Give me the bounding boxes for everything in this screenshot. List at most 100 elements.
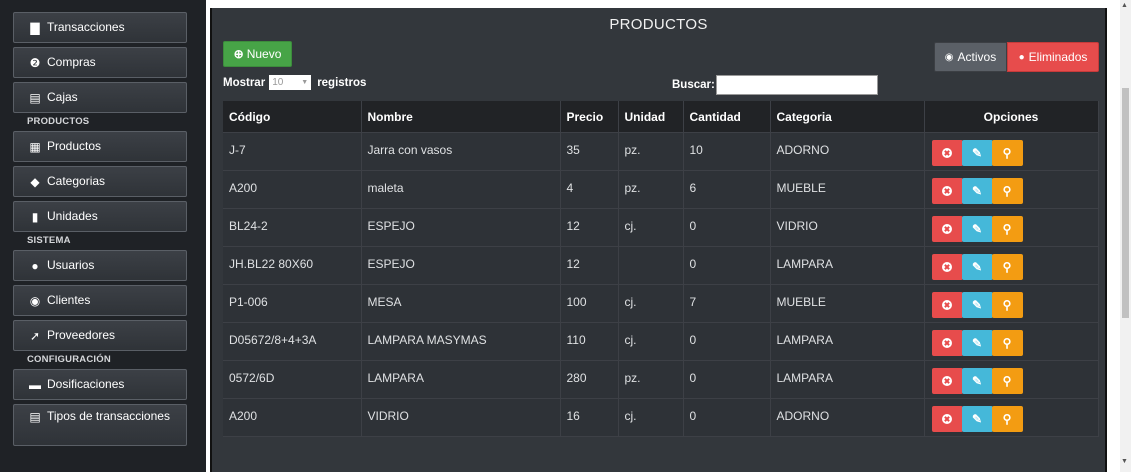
column-header[interactable]: Código	[223, 101, 362, 133]
products-icon: ▦	[29, 139, 41, 154]
edit-icon: ✎	[971, 412, 983, 426]
table-cell: ESPEJO	[361, 208, 561, 247]
sidebar-item-bookmark[interactable]: ▮ Unidades	[13, 201, 187, 232]
new-product-button[interactable]: ⊕ Nuevo	[223, 41, 292, 67]
edit-button[interactable]: ✎	[961, 178, 993, 204]
table-cell: 280	[560, 360, 619, 399]
deleted-filter-label: Eliminados	[1028, 50, 1088, 64]
edit-button[interactable]: ✎	[961, 368, 993, 394]
close-circle-icon	[942, 224, 952, 234]
sidebar-item-user[interactable]: ● Usuarios	[13, 250, 187, 281]
sidebar-item-list[interactable]: ▤ Tipos de transacciones	[13, 404, 187, 446]
edit-button[interactable]: ✎	[961, 254, 993, 280]
view-button[interactable]: ⚲	[991, 368, 1023, 394]
delete-button[interactable]	[931, 406, 963, 432]
edit-icon: ✎	[971, 336, 983, 350]
scroll-up-arrow-icon[interactable]: ▲	[1121, 2, 1128, 9]
edit-button[interactable]: ✎	[961, 330, 993, 356]
column-header[interactable]: Categoria	[770, 101, 925, 133]
table-cell: cj.	[618, 284, 684, 323]
sidebar-item-label: Tipos de transacciones	[47, 409, 170, 423]
sidebar-item-products[interactable]: ▦ Productos	[13, 131, 187, 162]
delete-button[interactable]	[931, 292, 963, 318]
scroll-thumb[interactable]	[1122, 88, 1129, 318]
table-cell	[618, 246, 684, 285]
delete-button[interactable]	[931, 140, 963, 166]
sidebar-item-leaf[interactable]: ➚ Proveedores	[13, 320, 187, 351]
sidebar-item-label: Usuarios	[47, 258, 95, 272]
active-filter-button[interactable]: ◉ Activos	[934, 42, 1007, 72]
column-header[interactable]: Opciones	[924, 101, 1099, 133]
sidebar-item-label: Categorias	[47, 174, 106, 188]
column-header[interactable]: Unidad	[618, 101, 684, 133]
sidebar-item-eye[interactable]: ◉ Clientes	[13, 285, 187, 316]
globe-icon: ❷	[29, 55, 41, 70]
table-row: 0572/6D LAMPARA 280 pz. 0 LAMPARA ✎ ⚲	[223, 360, 1099, 399]
view-button[interactable]: ⚲	[991, 406, 1023, 432]
column-header[interactable]: Cantidad	[683, 101, 771, 133]
page-length-select[interactable]: 10 ▼	[269, 75, 312, 90]
search-icon: ⚲	[1002, 374, 1012, 388]
edit-button[interactable]: ✎	[961, 406, 993, 432]
table-cell: ADORNO	[770, 132, 925, 171]
sidebar-divider	[198, 0, 206, 472]
column-header[interactable]: Precio	[560, 101, 619, 133]
select-arrow-icon: ▼	[301, 79, 309, 86]
sidebar-item-tags[interactable]: ◆ Categorias	[13, 166, 187, 197]
view-button[interactable]: ⚲	[991, 178, 1023, 204]
radio-icon: ◉	[944, 51, 954, 63]
table-cell: pz.	[618, 170, 684, 209]
table-cell: 12	[560, 246, 619, 285]
view-button[interactable]: ⚲	[991, 292, 1023, 318]
search-input[interactable]	[715, 75, 878, 95]
search-icon: ⚲	[1002, 146, 1012, 160]
close-circle-icon	[942, 338, 952, 348]
sidebar-item-globe[interactable]: ❷ Compras	[13, 47, 187, 78]
search-icon: ⚲	[1002, 336, 1012, 350]
deleted-filter-button[interactable]: ● Eliminados	[1007, 42, 1099, 72]
briefcase-icon: ▤	[29, 90, 41, 105]
table-cell: 110	[560, 322, 619, 361]
table-cell: 0	[683, 246, 771, 285]
sidebar-item-label: Productos	[47, 139, 102, 153]
new-button-label: Nuevo	[246, 47, 282, 61]
delete-button[interactable]	[931, 254, 963, 280]
table-row: J-7 Jarra con vasos 35 pz. 10 ADORNO ✎ ⚲	[223, 132, 1099, 171]
active-filter-label: Activos	[957, 50, 997, 64]
table-header-row: Código Nombre Precio Unidad Cantidad Categori…	[223, 101, 1099, 133]
view-button[interactable]: ⚲	[991, 140, 1023, 166]
edit-icon: ✎	[971, 260, 983, 274]
row-actions: ✎ ⚲	[924, 360, 1099, 399]
table-cell: pz.	[618, 132, 684, 171]
view-button[interactable]: ⚲	[991, 216, 1023, 242]
table-row: P1-006 MESA 100 cj. 7 MUEBLE ✎ ⚲	[223, 284, 1099, 323]
sidebar-item-briefcase[interactable]: ▤ Cajas	[13, 82, 187, 113]
view-button[interactable]: ⚲	[991, 330, 1023, 356]
row-actions: ✎ ⚲	[924, 132, 1099, 171]
table-cell: Jarra con vasos	[361, 132, 561, 171]
column-header[interactable]: Nombre	[361, 101, 561, 133]
edit-icon: ✎	[971, 222, 983, 236]
sidebar-menu: ▇ Transacciones ❷ Compras ▤ Cajas PRODUCTOS ▦ Pr…	[13, 12, 190, 450]
delete-button[interactable]	[931, 178, 963, 204]
row-actions: ✎ ⚲	[924, 284, 1099, 323]
status-filter-group: ◉ Activos ● Eliminados	[934, 42, 1099, 72]
page-scrollbar[interactable]: ▲ ▼	[1120, 0, 1131, 472]
search-icon: ⚲	[1002, 222, 1012, 236]
edit-button[interactable]: ✎	[961, 140, 993, 166]
close-circle-icon	[942, 300, 952, 310]
delete-button[interactable]	[931, 216, 963, 242]
table-row: D05672/8+4+3A LAMPARA MASYMAS 110 cj. 0 LAMPA…	[223, 322, 1099, 361]
sidebar-item-receipt[interactable]: ▇ Transacciones	[13, 12, 187, 43]
scroll-down-arrow-icon[interactable]: ▼	[1121, 458, 1128, 465]
page-title: PRODUCTOS	[609, 16, 708, 33]
row-actions: ✎ ⚲	[924, 398, 1099, 437]
table-cell: cj.	[618, 322, 684, 361]
edit-button[interactable]: ✎	[961, 292, 993, 318]
sidebar-item-folder[interactable]: ▬ Dosificaciones	[13, 369, 187, 400]
edit-button[interactable]: ✎	[961, 216, 993, 242]
delete-button[interactable]	[931, 368, 963, 394]
row-actions: ✎ ⚲	[924, 246, 1099, 285]
delete-button[interactable]	[931, 330, 963, 356]
view-button[interactable]: ⚲	[991, 254, 1023, 280]
